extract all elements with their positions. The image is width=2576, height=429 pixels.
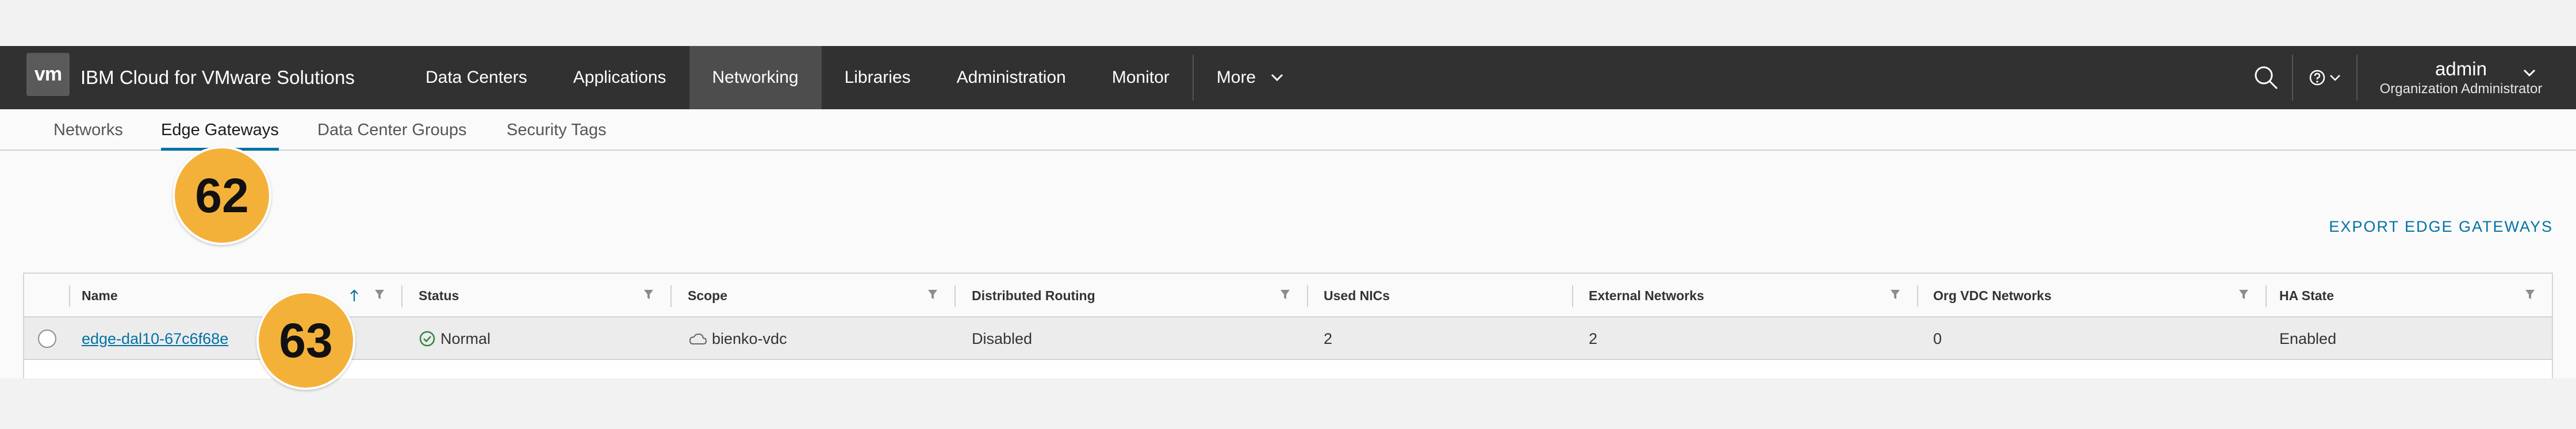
search-button[interactable] xyxy=(2240,46,2292,109)
networking-subnav: Networks Edge Gateways Data Center Group… xyxy=(0,109,2576,151)
user-role: Organization Administrator xyxy=(2379,81,2543,97)
column-divider xyxy=(1917,285,1918,307)
nav-administration[interactable]: Administration xyxy=(934,46,1089,109)
edge-gateways-datagrid: Name Status Scope Distributed Routing Us… xyxy=(23,273,2553,378)
nav-applications[interactable]: Applications xyxy=(550,46,689,109)
ha-state-cell: Enabled xyxy=(2279,330,2337,347)
help-icon xyxy=(2309,70,2325,86)
filter-icon[interactable] xyxy=(1890,289,1900,300)
column-divider xyxy=(954,285,956,307)
nav-networking[interactable]: Networking xyxy=(689,46,822,109)
status-cell: Normal xyxy=(419,317,490,360)
vmware-logo: vm xyxy=(26,53,70,96)
column-header-distributed-routing[interactable]: Distributed Routing xyxy=(972,274,1095,317)
check-circle-icon xyxy=(419,331,435,347)
tab-data-center-groups[interactable]: Data Center Groups xyxy=(317,109,467,151)
main-nav: Data Centers Applications Networking Lib… xyxy=(402,46,1306,109)
nav-more-label: More xyxy=(1216,68,1256,87)
filter-icon[interactable] xyxy=(927,289,938,300)
table-row[interactable]: edge-dal10-67c6f68e Normal bienko-vdc Di… xyxy=(24,317,2552,360)
nav-more-menu[interactable]: More xyxy=(1194,46,1306,109)
column-header-external-networks[interactable]: External Networks xyxy=(1589,274,1704,317)
scope-cell: bienko-vdc xyxy=(688,317,787,360)
datagrid-header: Name Status Scope Distributed Routing Us… xyxy=(24,274,2552,317)
filter-icon[interactable] xyxy=(2525,289,2535,300)
help-menu-button[interactable] xyxy=(2293,46,2356,109)
column-divider xyxy=(1307,285,1308,307)
nav-libraries[interactable]: Libraries xyxy=(822,46,934,109)
column-divider xyxy=(670,285,672,307)
used-nics-cell: 2 xyxy=(1324,330,1333,347)
main-content: EXPORT EDGE GATEWAYS Name Status Scope D… xyxy=(0,151,2576,378)
chevron-down-icon xyxy=(2523,69,2536,77)
row-select-radio[interactable] xyxy=(38,330,56,348)
export-edge-gateways-button[interactable]: EXPORT EDGE GATEWAYS xyxy=(2329,218,2553,236)
top-navigation-bar: vm IBM Cloud for VMware Solutions Data C… xyxy=(0,46,2576,109)
chevron-down-icon xyxy=(2330,75,2340,81)
tab-networks[interactable]: Networks xyxy=(53,109,123,151)
column-header-org-vdc-networks[interactable]: Org VDC Networks xyxy=(1933,274,2052,317)
tab-security-tags[interactable]: Security Tags xyxy=(507,109,607,151)
org-vdc-networks-cell: 0 xyxy=(1933,330,1942,347)
column-divider xyxy=(1572,285,1573,307)
column-divider xyxy=(2266,285,2267,307)
filter-icon[interactable] xyxy=(1280,289,1290,300)
nav-monitor[interactable]: Monitor xyxy=(1089,46,1193,109)
external-networks-cell: 2 xyxy=(1589,330,1598,347)
status-text: Normal xyxy=(440,330,491,347)
filter-icon[interactable] xyxy=(2238,289,2249,300)
filter-icon[interactable] xyxy=(643,289,654,300)
search-icon xyxy=(2255,66,2278,90)
cloud-icon xyxy=(689,333,707,344)
user-name: admin xyxy=(2435,58,2487,79)
scope-text: bienko-vdc xyxy=(712,330,787,347)
callout-badge-63: 63 xyxy=(256,291,355,390)
distributed-routing-cell: Disabled xyxy=(972,330,1033,347)
column-header-scope[interactable]: Scope xyxy=(688,274,727,317)
page-footer-area xyxy=(0,378,2576,429)
sort-ascending-icon[interactable] xyxy=(350,289,359,302)
column-header-name[interactable]: Name xyxy=(82,274,118,317)
column-header-used-nics[interactable]: Used NICs xyxy=(1324,274,1390,317)
column-divider xyxy=(69,285,70,307)
user-info: admin Organization Administrator xyxy=(2375,58,2547,98)
app-title[interactable]: IBM Cloud for VMware Solutions xyxy=(80,46,355,109)
chevron-down-icon xyxy=(1271,74,1283,82)
edge-gateway-name-link[interactable]: edge-dal10-67c6f68e xyxy=(82,317,228,360)
column-header-ha-state[interactable]: HA State xyxy=(2279,274,2334,317)
user-menu[interactable]: admin Organization Administrator xyxy=(2358,46,2576,109)
column-divider xyxy=(401,285,402,307)
tab-edge-gateways[interactable]: Edge Gateways xyxy=(161,109,279,151)
column-header-status[interactable]: Status xyxy=(419,274,459,317)
filter-icon[interactable] xyxy=(374,289,385,300)
callout-badge-62: 62 xyxy=(172,146,271,245)
header-tools: admin Organization Administrator xyxy=(2240,46,2576,109)
nav-data-centers[interactable]: Data Centers xyxy=(402,46,550,109)
